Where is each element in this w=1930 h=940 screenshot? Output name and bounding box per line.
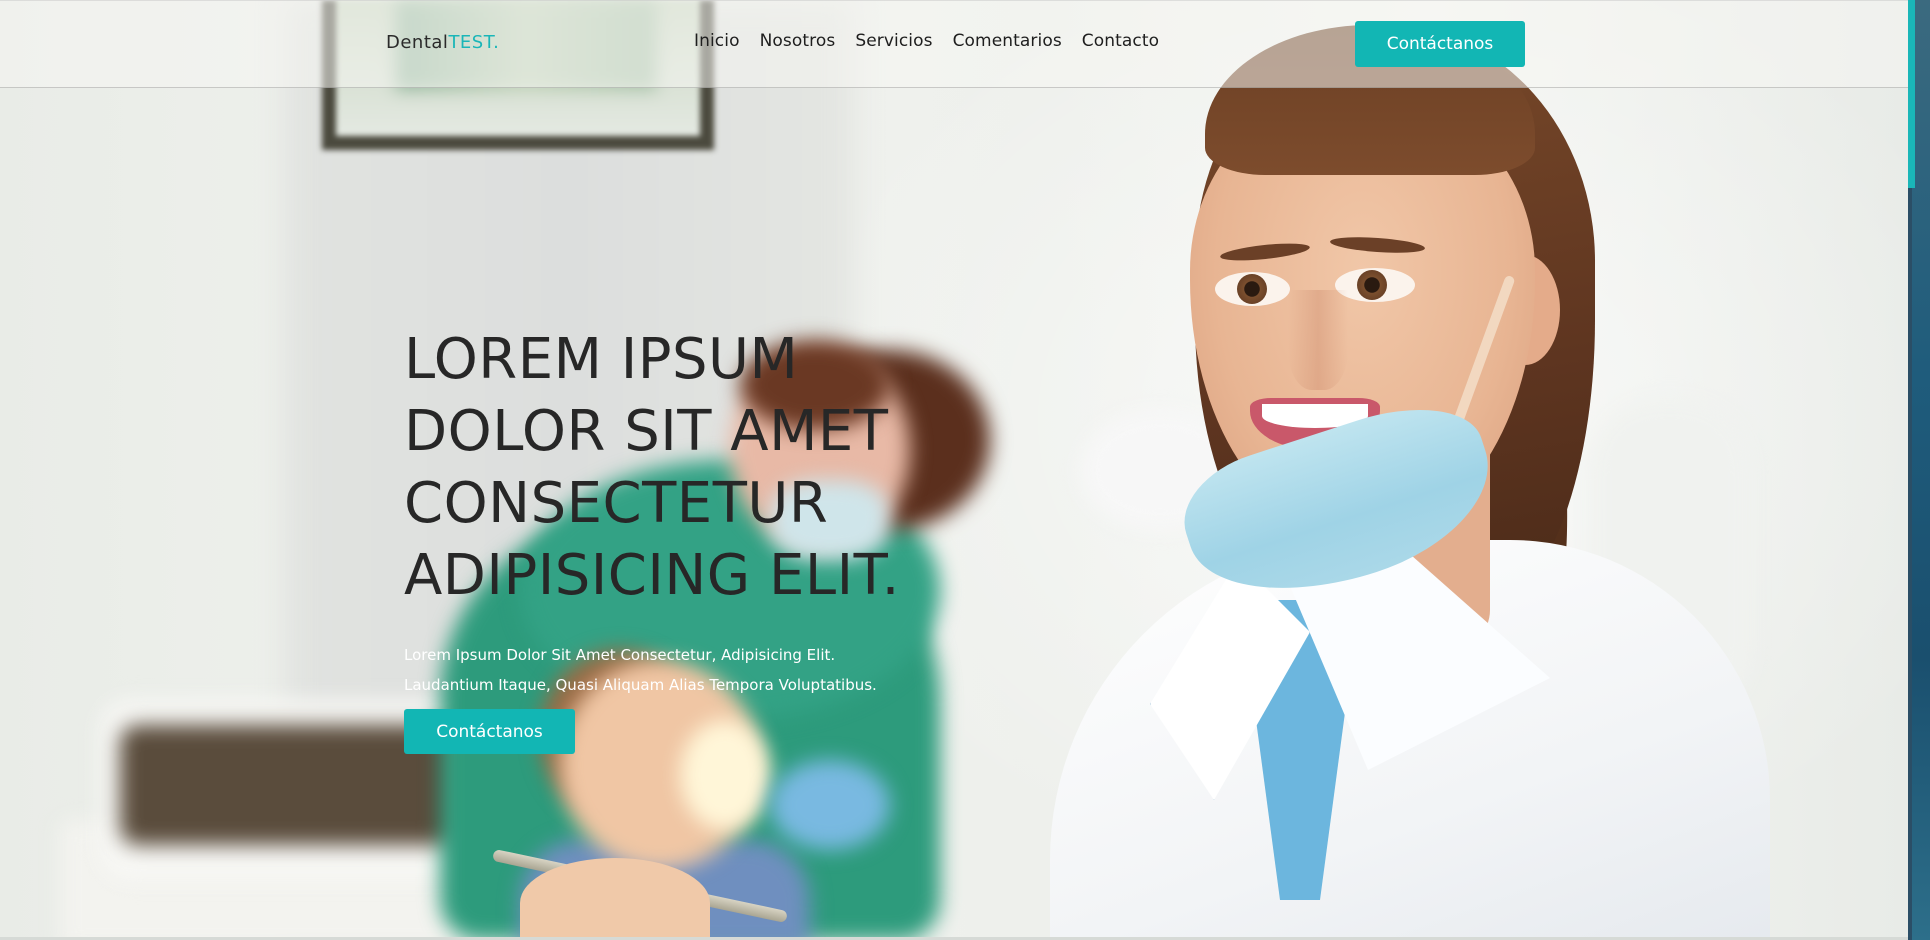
hero-content: LOREM IPSUM DOLOR SIT AMET CONSECTETUR A… xyxy=(404,324,1024,700)
hero-subtitle-line: Laudantium Itaque, Quasi Aliquam Alias T… xyxy=(404,676,877,694)
landing-page: DentalTEST. Inicio Nosotros Servicios Co… xyxy=(0,0,1930,940)
hero-title-line: ADIPISICING ELIT. xyxy=(404,543,900,608)
main-nav: Inicio Nosotros Servicios Comentarios Co… xyxy=(694,31,1159,51)
hero-contact-button[interactable]: Contáctanos xyxy=(404,709,575,754)
site-header: DentalTEST. Inicio Nosotros Servicios Co… xyxy=(0,0,1908,88)
hero-title-line: LOREM IPSUM xyxy=(404,327,799,392)
nav-link-servicios[interactable]: Servicios xyxy=(855,31,932,51)
logo-text: Dental xyxy=(386,32,449,53)
header-contact-button[interactable]: Contáctanos xyxy=(1355,21,1525,67)
scrollbar-thumb[interactable] xyxy=(1908,0,1915,188)
hero-title-line: CONSECTETUR xyxy=(404,471,829,536)
hero-subtitle-line: Lorem Ipsum Dolor Sit Amet Consectetur, … xyxy=(404,646,836,664)
nav-link-contacto[interactable]: Contacto xyxy=(1082,31,1159,51)
logo[interactable]: DentalTEST. xyxy=(386,32,499,53)
nav-link-nosotros[interactable]: Nosotros xyxy=(760,31,836,51)
logo-accent-text: TEST. xyxy=(448,32,500,53)
nav-link-inicio[interactable]: Inicio xyxy=(694,31,740,51)
hero-subtitle: Lorem Ipsum Dolor Sit Amet Consectetur, … xyxy=(404,640,1024,700)
hero-title-line: DOLOR SIT AMET xyxy=(404,399,889,464)
nav-link-comentarios[interactable]: Comentarios xyxy=(953,31,1062,51)
hero-title: LOREM IPSUM DOLOR SIT AMET CONSECTETUR A… xyxy=(404,324,1024,612)
